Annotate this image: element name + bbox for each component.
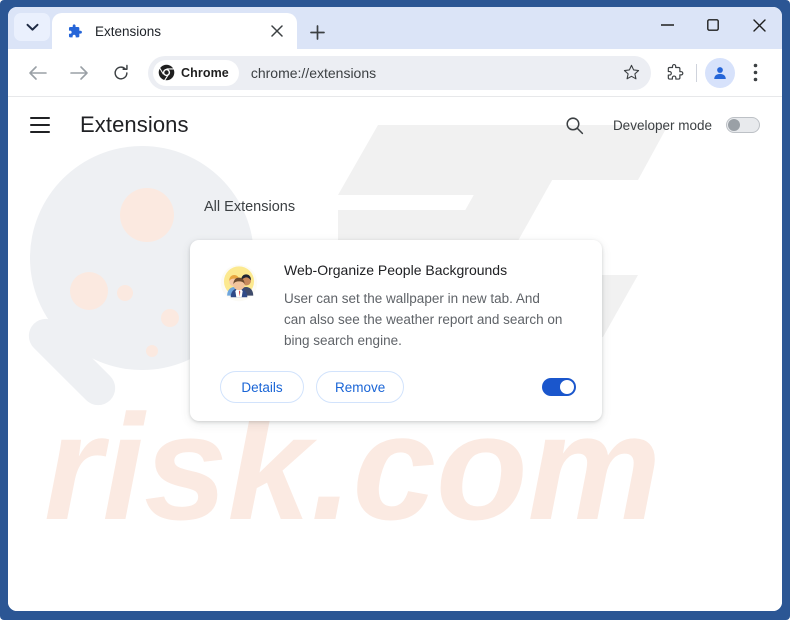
minimize-button[interactable]	[644, 7, 690, 43]
chevron-down-icon	[26, 23, 38, 31]
toggle-knob	[728, 119, 740, 131]
remove-button[interactable]: Remove	[316, 371, 405, 403]
chrome-chip-label: Chrome	[181, 65, 229, 80]
maximize-icon	[707, 19, 719, 31]
window-controls	[644, 7, 782, 43]
tab-strip: Extensions	[8, 7, 782, 49]
hamburger-menu-button[interactable]	[30, 112, 56, 138]
puzzle-piece-icon	[667, 63, 683, 80]
page-title: Extensions	[80, 112, 189, 137]
extension-card-top: Web-Organize People Backgrounds User can…	[210, 262, 582, 351]
developer-mode-toggle[interactable]	[726, 117, 760, 133]
minimize-icon	[660, 24, 674, 26]
section-label-all-extensions: All Extensions	[204, 199, 296, 215]
tab-search-button[interactable]	[14, 13, 50, 41]
tab-extensions[interactable]: Extensions	[52, 13, 297, 49]
extension-card-text: Web-Organize People Backgrounds User can…	[284, 262, 582, 351]
browser-toolbar: Chrome chrome://extensions	[8, 49, 782, 97]
extension-description: User can set the wallpaper in new tab. A…	[284, 291, 563, 348]
new-tab-button[interactable]	[304, 19, 330, 45]
browser-window-inner: Extensions Chrome chrome://extensions ri…	[8, 7, 782, 611]
bookmark-star-button[interactable]	[617, 59, 645, 87]
star-icon	[623, 64, 639, 80]
back-button[interactable]	[20, 56, 54, 90]
forward-button[interactable]	[62, 56, 96, 90]
extension-card: Web-Organize People Backgrounds User can…	[190, 240, 602, 421]
address-bar[interactable]: Chrome chrome://extensions	[148, 55, 651, 90]
arrow-right-icon	[69, 65, 88, 80]
plus-icon	[309, 24, 325, 40]
search-icon	[566, 116, 584, 134]
details-button[interactable]: Details	[220, 371, 304, 403]
extensions-header: Extensions Developer mode	[8, 97, 782, 153]
toggle-knob	[560, 380, 574, 394]
extension-card-actions: Details Remove	[210, 351, 582, 421]
close-icon	[752, 18, 766, 32]
tab-title: Extensions	[95, 23, 162, 39]
close-icon	[271, 25, 283, 37]
reload-button[interactable]	[104, 56, 138, 90]
chrome-origin-chip[interactable]: Chrome	[153, 59, 239, 86]
extensions-page: risk.com Extensions Developer mode All E…	[8, 97, 782, 611]
address-bar-url[interactable]: chrome://extensions	[251, 65, 617, 81]
puzzle-piece-icon	[68, 23, 82, 37]
reload-icon	[114, 64, 128, 80]
extension-enable-toggle[interactable]	[542, 378, 576, 396]
person-icon	[714, 66, 726, 79]
arrow-left-icon	[28, 65, 47, 80]
three-dot-menu-icon	[753, 63, 757, 82]
extensions-button[interactable]	[657, 56, 691, 90]
extension-name: Web-Organize People Backgrounds	[284, 262, 508, 278]
browser-window: Extensions Chrome chrome://extensions ri…	[0, 0, 790, 620]
developer-mode-label: Developer mode	[612, 117, 712, 133]
toolbar-right-actions	[657, 56, 772, 90]
maximize-button[interactable]	[690, 7, 736, 43]
profile-avatar[interactable]	[705, 57, 735, 88]
toolbar-separator	[696, 63, 697, 82]
people-group-icon	[220, 264, 258, 302]
browser-menu-button[interactable]	[738, 56, 772, 90]
chrome-logo-icon	[158, 64, 175, 81]
tab-close-button[interactable]	[267, 21, 287, 41]
search-button[interactable]	[559, 109, 591, 141]
close-window-button[interactable]	[736, 7, 782, 43]
